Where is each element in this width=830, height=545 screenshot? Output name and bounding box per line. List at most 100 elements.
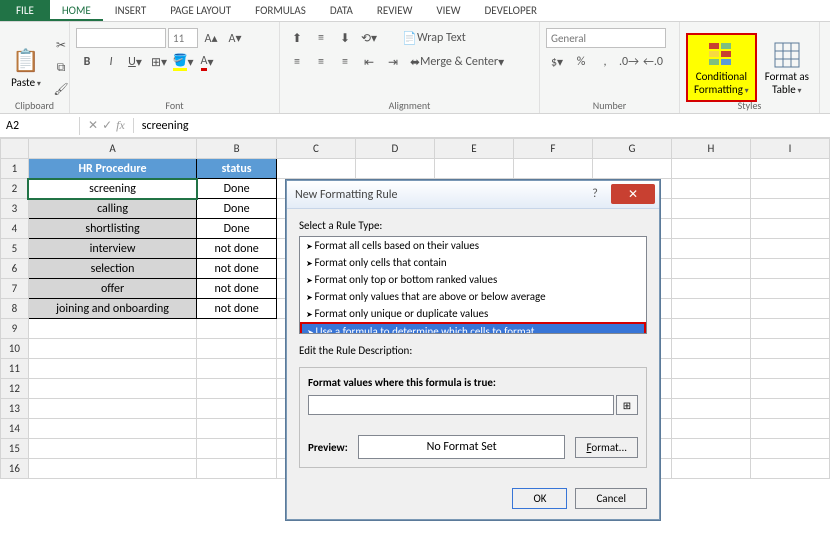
cell[interactable] [28,399,197,419]
cell[interactable] [671,339,750,359]
rule-type-list[interactable]: Format all cells based on their valuesFo… [299,236,647,334]
cell[interactable] [355,159,434,179]
cell[interactable]: joining and onboarding [28,299,197,319]
cell[interactable] [28,439,197,459]
col-header-g[interactable]: G [592,139,671,159]
row-header[interactable]: 4 [1,219,29,239]
cell[interactable] [197,399,277,419]
cell[interactable] [671,419,750,439]
cell[interactable] [750,379,829,399]
cell[interactable] [197,459,277,479]
align-right-button[interactable]: ≡ [334,52,356,72]
cut-button[interactable]: ✂ [50,36,72,56]
font-size-combo[interactable]: 11 [168,28,198,48]
cell[interactable] [671,439,750,459]
cell[interactable]: screening [28,179,197,199]
cell[interactable] [750,259,829,279]
align-center-button[interactable]: ≡ [310,52,332,72]
cell[interactable] [750,459,829,479]
cell[interactable] [750,179,829,199]
cancel-button[interactable]: Cancel [575,488,647,509]
percent-button[interactable]: % [570,52,592,72]
cell[interactable]: not done [197,239,277,259]
row-header[interactable]: 1 [1,159,29,179]
decrease-indent-button[interactable]: ⇤ [358,52,380,72]
cell[interactable] [750,199,829,219]
cell[interactable] [671,399,750,419]
rule-type-item[interactable]: Use a formula to determine which cells t… [300,322,646,334]
font-color-button[interactable]: A▾ [196,52,218,72]
italic-button[interactable]: I [100,52,122,72]
cell[interactable] [197,339,277,359]
fill-color-button[interactable]: 🪣▾ [172,52,194,72]
rule-type-item[interactable]: Format only top or bottom ranked values [300,271,646,288]
dialog-help-button[interactable]: ? [583,184,607,204]
row-header[interactable]: 13 [1,399,29,419]
row-header[interactable]: 3 [1,199,29,219]
fx-button[interactable]: fx [116,118,125,133]
cell[interactable] [750,319,829,339]
border-button[interactable]: ⊞▾ [148,52,170,72]
cell[interactable] [750,299,829,319]
row-header[interactable]: 8 [1,299,29,319]
confirm-entry-button[interactable]: ✓ [102,118,112,133]
cell[interactable] [513,159,592,179]
cell[interactable] [750,399,829,419]
decrease-font-button[interactable]: A▾ [224,28,246,48]
tab-view[interactable]: VIEW [424,0,472,21]
cell[interactable]: selection [28,259,197,279]
tab-file[interactable]: FILE [0,0,50,21]
tab-home[interactable]: HOME [50,0,103,21]
cell[interactable]: status [197,159,277,179]
cell[interactable] [671,359,750,379]
rule-type-item[interactable]: Format all cells based on their values [300,237,646,254]
cell[interactable]: HR Procedure [28,159,197,179]
align-bottom-button[interactable]: ⬇ [334,28,356,48]
col-header-a[interactable]: A [28,139,197,159]
cell[interactable] [671,379,750,399]
cell[interactable] [28,459,197,479]
cell[interactable] [750,339,829,359]
cell[interactable] [197,439,277,459]
col-header-b[interactable]: B [197,139,277,159]
rule-type-item[interactable]: Format only cells that contain [300,254,646,271]
cell[interactable] [750,279,829,299]
cell[interactable] [671,239,750,259]
cell[interactable] [197,359,277,379]
cancel-entry-button[interactable]: ✕ [88,118,98,133]
col-header-d[interactable]: D [355,139,434,159]
col-header-c[interactable]: C [276,139,355,159]
name-box[interactable]: A2 [0,117,80,135]
cell[interactable] [28,419,197,439]
cell[interactable] [750,159,829,179]
row-header[interactable]: 10 [1,339,29,359]
ok-button[interactable]: OK [512,488,567,509]
bold-button[interactable]: B [76,52,98,72]
cell[interactable] [671,179,750,199]
increase-font-button[interactable]: A▴ [200,28,222,48]
cell[interactable]: Done [197,199,277,219]
row-header[interactable]: 11 [1,359,29,379]
align-middle-button[interactable]: ≡ [310,28,332,48]
rule-type-item[interactable]: Format only values that are above or bel… [300,288,646,305]
increase-indent-button[interactable]: ⇥ [382,52,404,72]
tab-insert[interactable]: INSERT [103,0,159,21]
row-header[interactable]: 5 [1,239,29,259]
format-painter-button[interactable]: 🖌 [50,80,72,100]
row-header[interactable]: 12 [1,379,29,399]
col-header-i[interactable]: I [750,139,829,159]
row-header[interactable]: 14 [1,419,29,439]
cell[interactable] [434,159,513,179]
cell[interactable] [750,359,829,379]
formula-input[interactable]: screening [134,117,830,135]
col-header-e[interactable]: E [434,139,513,159]
row-header[interactable]: 2 [1,179,29,199]
tab-data[interactable]: DATA [318,0,365,21]
cell[interactable] [28,339,197,359]
row-header[interactable]: 7 [1,279,29,299]
tab-developer[interactable]: DEVELOPER [473,0,549,21]
col-header-h[interactable]: H [671,139,750,159]
format-as-table-button[interactable]: Format as Table [761,37,813,97]
merge-center-button[interactable]: ⬌ Merge & Center ▾ [406,52,508,72]
comma-button[interactable]: , [594,52,616,72]
